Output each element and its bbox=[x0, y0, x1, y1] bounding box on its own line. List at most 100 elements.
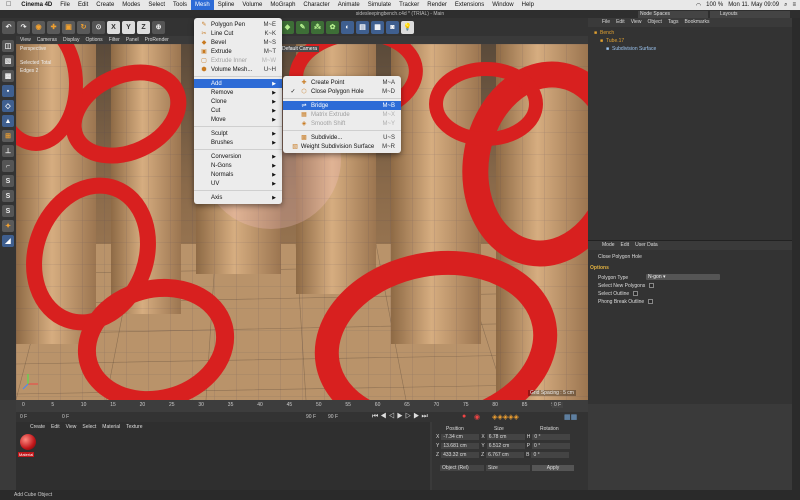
mesh-menu-clone[interactable]: Clone ▶ bbox=[194, 97, 282, 106]
field-icon[interactable]: ▤ bbox=[356, 20, 369, 34]
object-row-subdivision-surface[interactable]: ■ Subdivision Surface bbox=[594, 46, 656, 53]
menubar-render[interactable]: Render bbox=[423, 0, 451, 10]
size-mode-select[interactable]: Size bbox=[486, 465, 530, 471]
menubar-spline[interactable]: Spline bbox=[214, 0, 239, 10]
menubar-file[interactable]: File bbox=[56, 0, 74, 10]
solo-icon[interactable]: ✦ bbox=[2, 220, 14, 232]
select-new-checkbox[interactable] bbox=[649, 283, 655, 288]
wifi-icon[interactable]: ◠ bbox=[696, 2, 701, 9]
checker-mode-icon[interactable]: ▩ bbox=[2, 70, 14, 82]
model-mode-icon[interactable]: ◫ bbox=[2, 40, 14, 52]
start-frame-field[interactable]: 0 F bbox=[20, 414, 27, 420]
enable-axis-icon[interactable]: ⌐ bbox=[2, 160, 14, 172]
menubar-select[interactable]: Select bbox=[144, 0, 169, 10]
object-menu-bookmarks[interactable]: Bookmarks bbox=[684, 18, 709, 27]
phong-break-checkbox[interactable] bbox=[648, 299, 654, 304]
object-menu-object[interactable]: Object bbox=[647, 18, 661, 27]
menubar-create[interactable]: Create bbox=[92, 0, 118, 10]
coord-system-icon[interactable]: ⊕ bbox=[152, 20, 165, 34]
viewport-menu-cameras[interactable]: Cameras bbox=[37, 36, 57, 44]
mograph-icon[interactable]: ✿ bbox=[326, 20, 339, 34]
right-side-tabs[interactable] bbox=[792, 18, 800, 500]
add-menu-weight-subdivision-surface[interactable]: ▧ Weight Subdivision Surface M~R bbox=[283, 142, 401, 151]
material-menu-select[interactable]: Select bbox=[82, 424, 96, 430]
add-menu-matrix-extrude[interactable]: ▦ Matrix Extrude M~X bbox=[283, 110, 401, 119]
menubar-simulate[interactable]: Simulate bbox=[364, 0, 395, 10]
mesh-menu-extrude-inner[interactable]: ▢ Extrude Inner M~W bbox=[194, 56, 282, 65]
mesh-menu-conversion[interactable]: Conversion ▶ bbox=[194, 152, 282, 161]
viewport-menu-view[interactable]: View bbox=[20, 36, 31, 44]
material-menu-create[interactable]: Create bbox=[30, 424, 45, 430]
rotation-field[interactable]: 0 ° bbox=[532, 434, 571, 440]
rotation-field[interactable]: 0 ° bbox=[532, 443, 571, 449]
menubar-edit[interactable]: Edit bbox=[74, 0, 92, 10]
camera-icon[interactable]: ◙ bbox=[386, 20, 399, 34]
material-menu-material[interactable]: Material bbox=[102, 424, 120, 430]
scale-icon[interactable]: ▣ bbox=[62, 20, 75, 34]
camera-label[interactable]: Default Camera bbox=[280, 46, 320, 52]
mesh-menu-axis[interactable]: Axis ▶ bbox=[194, 193, 282, 202]
spline-icon[interactable]: ✎ bbox=[296, 20, 309, 34]
menubar-character[interactable]: Character bbox=[299, 0, 333, 10]
axis-mode-icon[interactable]: ⊥ bbox=[2, 145, 14, 157]
node-spaces-dropdown[interactable]: Node Spaces bbox=[638, 11, 708, 18]
menubar-animate[interactable]: Animate bbox=[334, 0, 364, 10]
subdivision-icon[interactable]: ◆ bbox=[281, 20, 294, 34]
viewport-menu-options[interactable]: Options bbox=[85, 36, 102, 44]
menubar-tracker[interactable]: Tracker bbox=[395, 0, 423, 10]
redo-icon[interactable]: ↷ bbox=[17, 20, 30, 34]
mesh-menu-bevel[interactable]: ◆ Bevel M~S bbox=[194, 38, 282, 47]
playback-controls[interactable]: ⏮◀◁▶▷▶⏭ bbox=[372, 413, 430, 421]
material-menu-edit[interactable]: Edit bbox=[51, 424, 60, 430]
menubar-mesh[interactable]: Mesh bbox=[191, 0, 214, 10]
add-menu-bridge[interactable]: ⇌ Bridge M~B bbox=[283, 101, 401, 110]
menubar-tools[interactable]: Tools bbox=[169, 0, 191, 10]
uv-mode-icon[interactable]: ⊞ bbox=[2, 130, 14, 142]
apple-icon[interactable]:  bbox=[0, 0, 17, 10]
menubar-mograph[interactable]: MoGraph bbox=[266, 0, 299, 10]
recent-tools-icon[interactable]: ⊙ bbox=[92, 20, 105, 34]
current-frame-field[interactable]: 0 F bbox=[62, 414, 69, 420]
motion-icon[interactable]: ▦▦ bbox=[564, 413, 577, 421]
autokey-icon[interactable]: ◉ bbox=[474, 413, 480, 421]
undo-icon[interactable]: ↶ bbox=[2, 20, 15, 34]
preview-end-field[interactable]: 90 F bbox=[328, 414, 338, 420]
menubar-modes[interactable]: Modes bbox=[118, 0, 144, 10]
object-row-bench[interactable]: ■ Bench bbox=[594, 30, 614, 37]
select-outline-checkbox[interactable] bbox=[633, 291, 639, 296]
polygon-mode-icon[interactable]: ▲ bbox=[2, 115, 14, 127]
viewport-menu-filter[interactable]: Filter bbox=[109, 36, 120, 44]
workplane-icon[interactable]: S bbox=[2, 205, 14, 217]
y-axis-icon[interactable]: Y bbox=[122, 20, 135, 34]
keyframe-tools-icon[interactable]: ◈◈◈◈◈ bbox=[492, 413, 519, 421]
layouts-dropdown[interactable]: Layouts bbox=[710, 11, 790, 18]
rotate-icon[interactable]: ↻ bbox=[77, 20, 90, 34]
texture-mode-icon[interactable]: ▧ bbox=[2, 55, 14, 67]
menubar-help[interactable]: Help bbox=[518, 0, 538, 10]
coord-mode-select[interactable]: Object (Rel) bbox=[440, 465, 484, 471]
object-menu-edit[interactable]: Edit bbox=[616, 18, 625, 27]
polygon-type-select[interactable]: N-gon ▾ bbox=[646, 274, 720, 280]
attribute-menu-edit[interactable]: Edit bbox=[621, 241, 630, 250]
tab-options[interactable]: Options bbox=[590, 265, 609, 271]
object-menu-view[interactable]: View bbox=[631, 18, 642, 27]
position-field[interactable]: 13.681 cm bbox=[441, 443, 480, 449]
live-select-icon[interactable]: ◉ bbox=[32, 20, 45, 34]
record-icon[interactable]: ● bbox=[462, 413, 466, 420]
mesh-menu-brushes[interactable]: Brushes ▶ bbox=[194, 138, 282, 147]
control-center-icon[interactable]: ≡ bbox=[792, 2, 796, 8]
rotation-field[interactable]: 0 ° bbox=[531, 452, 570, 458]
mesh-menu-line-cut[interactable]: ✂ Line Cut K~K bbox=[194, 29, 282, 38]
object-menu-file[interactable]: File bbox=[602, 18, 610, 27]
edge-mode-icon[interactable]: ◇ bbox=[2, 100, 14, 112]
material-menu-view[interactable]: View bbox=[66, 424, 77, 430]
add-menu-close-polygon-hole[interactable]: ✓ ⬡ Close Polygon Hole M~D bbox=[283, 87, 401, 96]
menubar-extensions[interactable]: Extensions bbox=[451, 0, 488, 10]
attribute-menu-user-data[interactable]: User Data bbox=[635, 241, 658, 250]
scene-icon[interactable]: ▦ bbox=[371, 20, 384, 34]
light-icon[interactable]: 💡 bbox=[401, 20, 414, 34]
locked-workplane-icon[interactable]: ◢ bbox=[2, 235, 14, 247]
snap-icon[interactable]: S bbox=[2, 175, 14, 187]
mesh-menu-polygon-pen[interactable]: ✎ Polygon Pen M~E bbox=[194, 20, 282, 29]
viewport-menu-panel[interactable]: Panel bbox=[126, 36, 139, 44]
